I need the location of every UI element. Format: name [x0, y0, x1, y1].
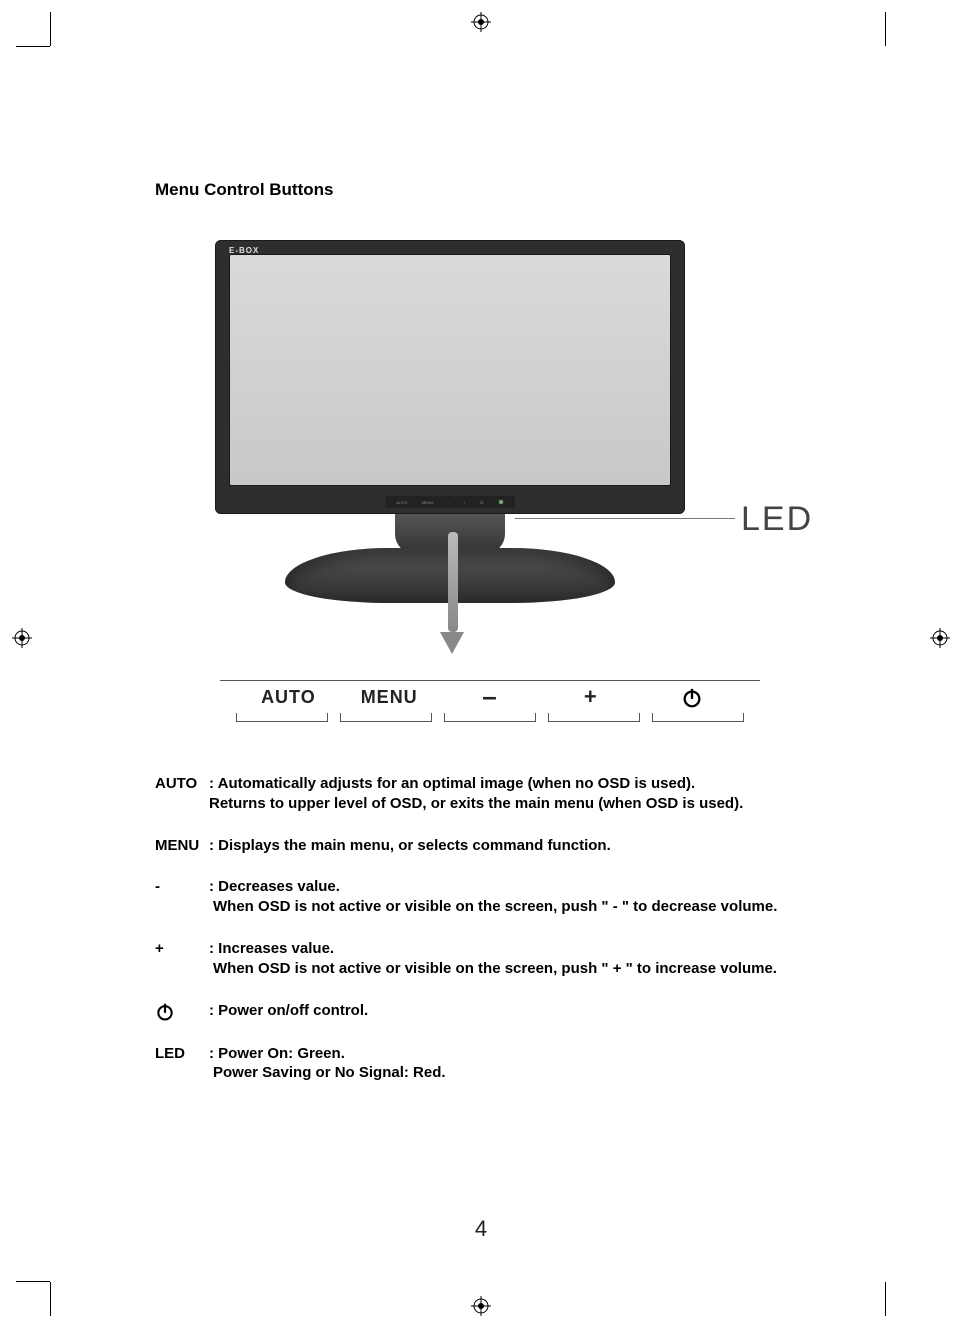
- registration-mark-icon: [471, 12, 491, 32]
- content-area: Menu Control Buttons E-BOX AUTO MENU - +…: [155, 180, 795, 1083]
- button-label-plus: +: [540, 687, 641, 709]
- button-outline: [548, 713, 640, 722]
- brand-label: E-BOX: [229, 246, 259, 255]
- crop-mark: [885, 12, 886, 46]
- led-indicator-icon: [498, 499, 504, 505]
- desc-text: : Displays the main menu, or selects com…: [209, 836, 795, 856]
- registration-mark-icon: [930, 628, 950, 648]
- monitor-button-panel: AUTO MENU - + ⏻: [385, 496, 515, 508]
- desc-text: : Power on/off control.: [209, 1001, 795, 1022]
- desc-key: -: [155, 877, 209, 917]
- desc-text: : Increases value. When OSD is not activ…: [209, 939, 795, 979]
- button-row-diagram: AUTO MENU – +: [220, 680, 760, 722]
- desc-text: : Automatically adjusts for an optimal i…: [209, 774, 795, 814]
- button-label-auto: AUTO: [238, 687, 339, 709]
- button-label-power: [641, 687, 742, 709]
- button-label-minus: –: [440, 687, 541, 709]
- callout-line: [515, 518, 735, 519]
- desc-minus: - : Decreases value. When OSD is not act…: [155, 877, 795, 917]
- monitor-bezel: E-BOX AUTO MENU - + ⏻: [215, 240, 685, 514]
- button-outline: [340, 713, 432, 722]
- desc-key: MENU: [155, 836, 209, 856]
- button-label-menu: MENU: [339, 687, 440, 709]
- crop-mark: [50, 1282, 51, 1316]
- desc-power: : Power on/off control.: [155, 1001, 795, 1022]
- panel-btn-label: AUTO: [396, 500, 407, 505]
- panel-btn-label: MENU: [422, 500, 434, 505]
- crop-mark: [16, 46, 50, 47]
- desc-auto: AUTO : Automatically adjusts for an opti…: [155, 774, 795, 814]
- button-outline: [444, 713, 536, 722]
- desc-key: +: [155, 939, 209, 979]
- registration-mark-icon: [12, 628, 32, 648]
- button-descriptions: AUTO : Automatically adjusts for an opti…: [155, 774, 795, 1083]
- arrow-down-icon: [447, 532, 459, 652]
- desc-key: AUTO: [155, 774, 209, 814]
- desc-menu: MENU : Displays the main menu, or select…: [155, 836, 795, 856]
- crop-mark: [16, 1281, 50, 1282]
- desc-text: : Power On: Green. Power Saving or No Si…: [209, 1044, 795, 1084]
- desc-key-power: [155, 1001, 209, 1022]
- button-outline: [652, 713, 744, 722]
- led-callout-label: LED: [741, 500, 813, 539]
- registration-mark-icon: [471, 1296, 491, 1316]
- page-number: 4: [0, 1216, 962, 1242]
- power-icon: [155, 1002, 175, 1022]
- power-icon: [681, 687, 703, 709]
- monitor-illustration: E-BOX AUTO MENU - + ⏻ LED: [215, 240, 775, 740]
- desc-text: : Decreases value. When OSD is not activ…: [209, 877, 795, 917]
- button-outline: [236, 713, 328, 722]
- panel-btn-label: -: [448, 500, 449, 505]
- panel-btn-label: ⏻: [480, 500, 483, 505]
- crop-mark: [50, 12, 51, 46]
- manual-page: Menu Control Buttons E-BOX AUTO MENU - +…: [0, 0, 962, 1328]
- panel-btn-label: +: [463, 500, 465, 505]
- desc-plus: + : Increases value. When OSD is not act…: [155, 939, 795, 979]
- monitor-screen: [229, 254, 671, 486]
- crop-mark: [885, 1282, 886, 1316]
- desc-led: LED : Power On: Green. Power Saving or N…: [155, 1044, 795, 1084]
- section-title: Menu Control Buttons: [155, 180, 795, 200]
- desc-key: LED: [155, 1044, 209, 1084]
